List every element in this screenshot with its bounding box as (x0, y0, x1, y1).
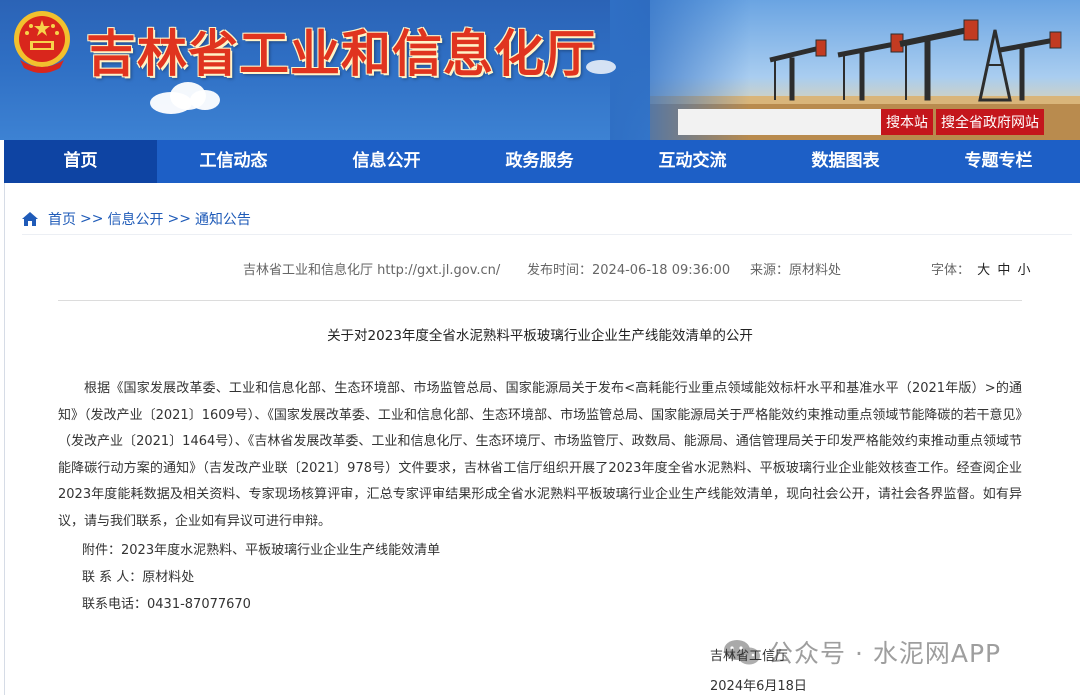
nav-item-news[interactable]: 工信动态 (157, 140, 310, 183)
source-value: 原材料处 (789, 263, 842, 278)
site-title: 吉林省工业和信息化厅 (86, 24, 596, 83)
meta-source: 来源：原材料处 (750, 259, 842, 278)
site-header-banner: 吉林省工业和信息化厅 搜本站 搜全省政府网站 (0, 0, 1080, 140)
article-body: 根据《国家发展改革委、工业和信息化部、生态环境部、市场监管总局、国家能源局关于发… (58, 381, 1022, 529)
font-size-small[interactable]: 小 (1017, 263, 1030, 278)
attachment-link[interactable]: 附件：2023年度水泥熟料、平板玻璃行业企业生产线能效清单 (82, 539, 440, 558)
nav-item-data-charts[interactable]: 数据图表 (769, 140, 922, 183)
article-title: 关于对2023年度全省水泥熟料平板玻璃行业企业生产线能效清单的公开 (327, 328, 753, 344)
home-icon (22, 212, 38, 226)
meta-site: 吉林省工业和信息化厅 http://gxt.jl.gov.cn/ (243, 263, 501, 278)
publish-time-value: 2024-06-18 09:36:00 (592, 263, 731, 278)
national-emblem-icon (14, 11, 70, 73)
watermark-text: 公众号 · 水泥网APP (768, 639, 1002, 668)
breadcrumb-notices[interactable]: 通知公告 (195, 209, 251, 229)
breadcrumb-home[interactable]: 首页 (48, 209, 76, 229)
font-size-label: 字体： (931, 263, 971, 278)
contact-phone: 联系电话：0431-87077670 (82, 597, 251, 612)
nav-item-topics[interactable]: 专题专栏 (922, 140, 1075, 183)
font-size-control: 字体： 大 中 小 (931, 259, 1030, 278)
signature-org: 吉林省工信厅 (710, 649, 789, 664)
nav-item-interaction[interactable]: 互动交流 (616, 140, 769, 183)
source-label: 来源： (750, 263, 790, 278)
signature-date: 2024年6月18日 (710, 679, 807, 694)
article-divider (58, 300, 1022, 301)
search-bar: 搜本站 搜全省政府网站 (678, 109, 1044, 135)
contact-person: 联 系 人：原材料处 (82, 570, 195, 585)
breadcrumb-separator: >> (167, 211, 191, 227)
breadcrumb-disclosure[interactable]: 信息公开 (107, 209, 163, 229)
nav-item-services[interactable]: 政务服务 (463, 140, 616, 183)
nav-item-disclosure[interactable]: 信息公开 (310, 140, 463, 183)
publish-label: 发布时间： (527, 263, 593, 278)
search-site-button[interactable]: 搜本站 (881, 109, 933, 135)
breadcrumb-separator: >> (80, 211, 104, 227)
search-province-button[interactable]: 搜全省政府网站 (936, 109, 1044, 135)
cloud (190, 90, 220, 110)
divider (22, 234, 1072, 235)
font-size-large[interactable]: 大 (977, 263, 990, 278)
main-nav: 首页 工信动态 信息公开 政务服务 互动交流 数据图表 专题专栏 (4, 140, 1080, 183)
meta-publish-time: 发布时间：2024-06-18 09:36:00 (527, 259, 731, 278)
nav-item-home[interactable]: 首页 (4, 140, 157, 183)
breadcrumb: 首页 >> 信息公开 >> 通知公告 (22, 202, 251, 236)
font-size-medium[interactable]: 中 (997, 263, 1010, 278)
search-input[interactable] (678, 109, 881, 135)
